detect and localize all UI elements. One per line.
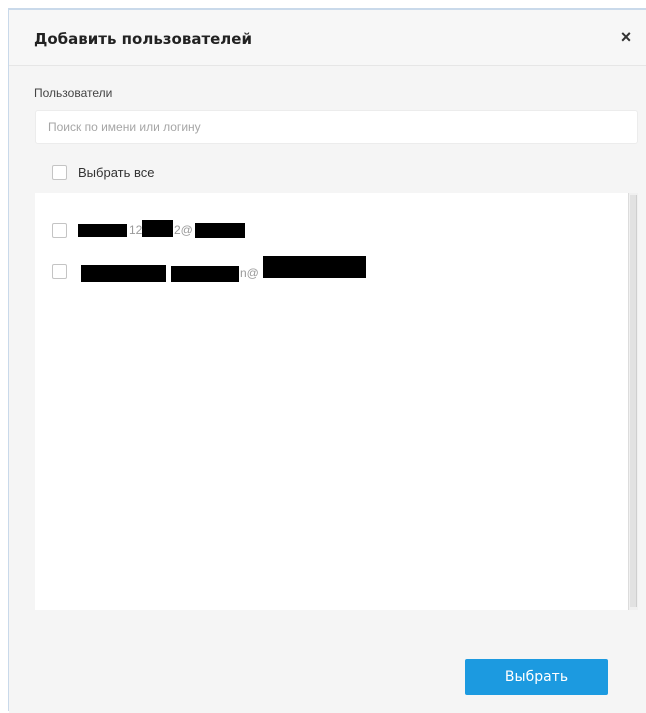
checkbox-icon[interactable]: [52, 164, 67, 180]
dialog-footer: Выбрать: [9, 612, 646, 713]
user-checkbox[interactable]: [52, 263, 67, 279]
users-section-label: Пользователи: [34, 86, 113, 100]
redaction-block: [78, 224, 127, 237]
add-users-dialog: Добавить пользователей × Пользователи Вы…: [8, 8, 646, 713]
redaction-block: [81, 265, 166, 282]
user-email: n@: [78, 256, 368, 282]
dialog-header: Добавить пользователей ×: [9, 10, 646, 66]
scrollbar-thumb[interactable]: [630, 195, 637, 607]
list-item[interactable]: n@: [52, 256, 368, 282]
user-email-text-2: 2@: [174, 223, 193, 237]
user-email: 12 2@: [78, 220, 248, 240]
select-all-checkbox[interactable]: Выбрать все: [52, 162, 154, 182]
redaction-block: [142, 220, 173, 237]
redaction-block: [195, 223, 245, 238]
search-input[interactable]: [35, 110, 638, 144]
list-item[interactable]: 12 2@: [52, 220, 248, 240]
redaction-block: [171, 266, 239, 282]
user-email-text-1: 12: [129, 223, 143, 237]
select-all-label: Выбрать все: [78, 164, 155, 180]
dialog-title: Добавить пользователей: [34, 30, 252, 48]
redaction-block: [263, 256, 366, 278]
users-list: 12 2@ n@: [35, 193, 628, 610]
user-checkbox[interactable]: [52, 222, 67, 238]
list-scrollbar[interactable]: [628, 193, 638, 610]
close-icon[interactable]: ×: [616, 26, 636, 48]
user-email-text: n@: [240, 266, 259, 280]
select-button[interactable]: Выбрать: [465, 659, 608, 695]
